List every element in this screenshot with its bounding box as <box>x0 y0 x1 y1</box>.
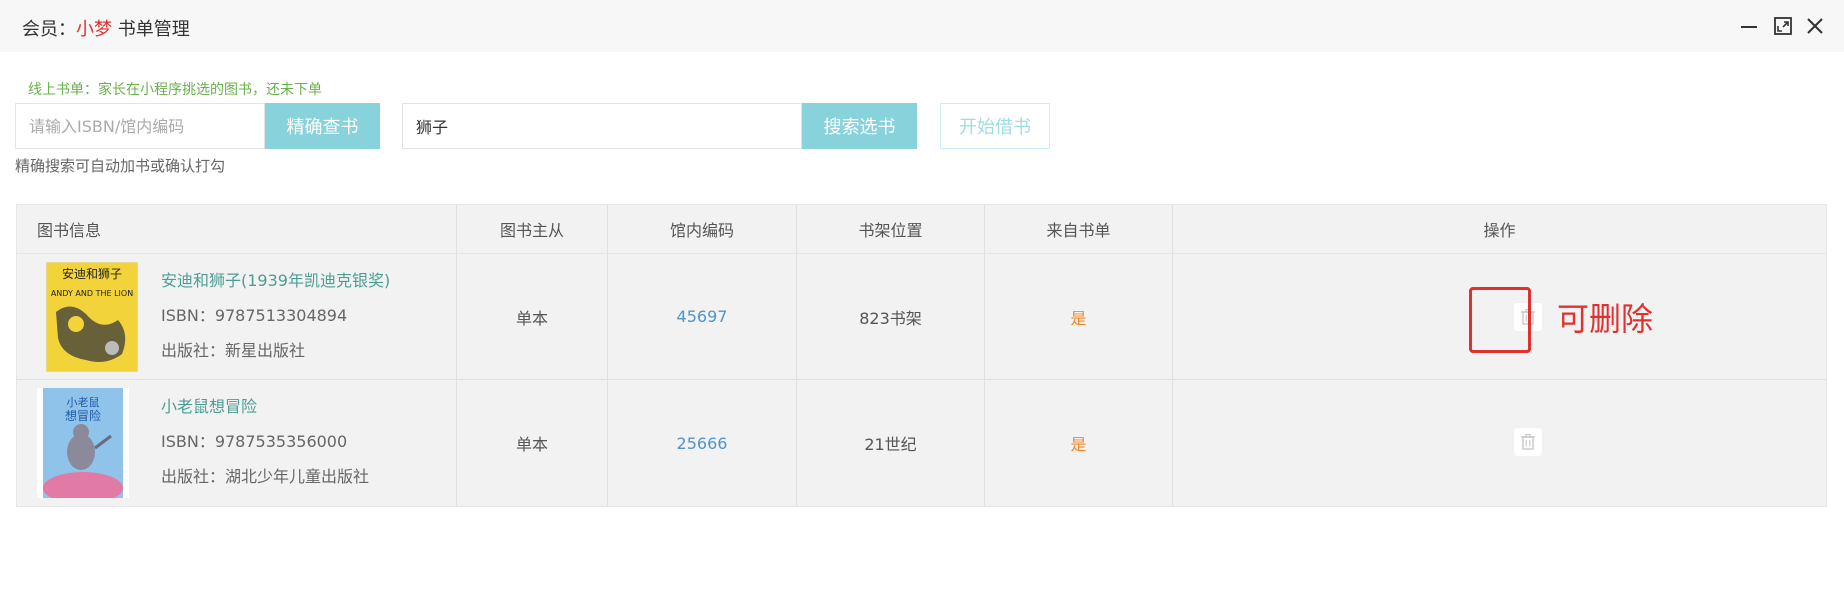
window-title: 会员：小梦 书单管理 <box>22 15 190 41</box>
book-isbn: ISBN：9787513304894 <box>161 306 348 325</box>
shelf-location: 21世纪 <box>797 380 985 506</box>
book-title-link[interactable]: 小老鼠想冒险 <box>161 393 369 428</box>
book-list-table: 图书信息 图书主从 馆内编码 书架位置 来自书单 操作 安迪和狮子 ANDY A… <box>16 204 1827 507</box>
table-row: 小老鼠 想冒险 小老鼠想冒险 ISBN：9787535356000 出版社：湖北… <box>17 380 1826 506</box>
from-list-cell: 是 <box>985 254 1173 379</box>
cover-title-en: ANDY AND THE LION <box>51 289 133 298</box>
search-note: 精确搜索可自动加书或确认打勾 <box>15 157 226 175</box>
delete-button[interactable] <box>1514 303 1542 331</box>
actions-cell <box>1173 254 1826 379</box>
isbn-search-input[interactable] <box>15 103 265 149</box>
title-suffix: 书单管理 <box>112 19 190 40</box>
table-header: 图书信息 图书主从 馆内编码 书架位置 来自书单 操作 <box>17 205 1826 254</box>
from-list-value: 是 <box>1070 435 1087 454</box>
deletable-annotation: 可删除 <box>1557 300 1654 338</box>
trash-icon <box>1521 433 1535 450</box>
trash-icon <box>1521 308 1535 325</box>
title-prefix: 会员： <box>22 19 76 40</box>
book-isbn: ISBN：9787535356000 <box>161 432 348 451</box>
header-from-list: 来自书单 <box>985 205 1173 253</box>
close-button[interactable] <box>1803 14 1827 38</box>
book-info-cell: 安迪和狮子 ANDY AND THE LION 安迪和狮子(1939年凯迪克银奖… <box>17 254 457 379</box>
book-title-link[interactable]: 安迪和狮子(1939年凯迪克银奖) <box>161 267 390 302</box>
cover-title-line2: 想冒险 <box>65 408 101 423</box>
header-shelf-location: 书架位置 <box>797 205 985 253</box>
actions-cell <box>1173 380 1826 506</box>
keyword-search-input[interactable] <box>402 103 802 149</box>
header-actions: 操作 <box>1483 221 1516 240</box>
maximize-icon <box>1774 17 1792 35</box>
minimize-icon <box>1741 26 1757 28</box>
book-cover-image: 安迪和狮子 ANDY AND THE LION <box>46 262 138 372</box>
search-books-button[interactable]: 搜索选书 <box>802 103 917 149</box>
cover-title-line1: 小老鼠 <box>67 395 100 409</box>
table-row: 安迪和狮子 ANDY AND THE LION 安迪和狮子(1939年凯迪克银奖… <box>17 254 1826 380</box>
close-icon <box>1807 18 1823 34</box>
book-info-cell: 小老鼠 想冒险 小老鼠想冒险 ISBN：9787535356000 出版社：湖北… <box>17 380 457 506</box>
book-type: 单本 <box>457 380 608 506</box>
header-book-type: 图书主从 <box>457 205 608 253</box>
from-list-cell: 是 <box>985 380 1173 506</box>
header-library-code: 馆内编码 <box>608 205 797 253</box>
minimize-button[interactable] <box>1737 14 1761 38</box>
maximize-button[interactable] <box>1771 14 1795 38</box>
exact-search-button[interactable]: 精确查书 <box>265 103 380 149</box>
header-book-info: 图书信息 <box>17 205 457 253</box>
book-details: 小老鼠想冒险 ISBN：9787535356000 出版社：湖北少年儿童出版社 <box>161 393 369 498</box>
cover-title-cn: 安迪和狮子 <box>62 266 122 281</box>
book-publisher: 出版社：湖北少年儿童出版社 <box>161 467 370 486</box>
book-cover-image: 小老鼠 想冒险 <box>37 388 129 498</box>
book-details: 安迪和狮子(1939年凯迪克银奖) ISBN：9787513304894 出版社… <box>161 267 390 372</box>
online-list-hint: 线上书单：家长在小程序挑选的图书，还未下单 <box>28 82 322 98</box>
start-borrow-button[interactable]: 开始借书 <box>940 103 1050 149</box>
title-bar: 会员：小梦 书单管理 <box>0 0 1844 52</box>
book-type: 单本 <box>457 254 608 379</box>
library-code-link[interactable]: 45697 <box>677 307 728 326</box>
member-name: 小梦 <box>76 19 112 40</box>
library-code-cell: 45697 <box>608 254 797 379</box>
library-code-link[interactable]: 25666 <box>677 434 728 453</box>
shelf-location: 823书架 <box>797 254 985 379</box>
book-publisher: 出版社：新星出版社 <box>161 341 306 360</box>
library-code-cell: 25666 <box>608 380 797 506</box>
delete-button[interactable] <box>1514 428 1542 456</box>
from-list-value: 是 <box>1070 308 1087 328</box>
